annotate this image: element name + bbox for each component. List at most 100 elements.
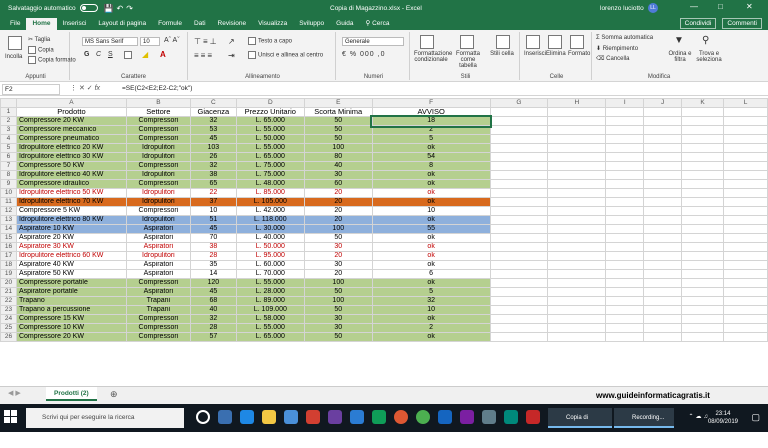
find-select-icon[interactable]: ⚲ [702,35,709,46]
empty-cell[interactable] [723,134,768,144]
borders-icon[interactable] [124,51,134,59]
app-icon[interactable] [504,410,518,424]
format-cells-icon[interactable] [570,35,584,49]
empty-cell[interactable] [547,314,607,324]
empty-cell[interactable] [681,242,724,252]
stock-cell[interactable]: 37 [189,197,237,207]
formula-bar-icons[interactable]: ⋮ ✕ ✓ fx [70,84,100,92]
tab-view[interactable]: Visualizza [252,18,293,30]
min-stock-cell[interactable]: 20 [303,197,373,207]
column-header[interactable]: C [189,98,237,108]
empty-cell[interactable] [643,269,683,279]
stock-cell[interactable]: 32 [189,116,237,126]
warning-cell[interactable]: 10 [371,305,491,315]
sector-cell[interactable]: Idropulitori [125,188,191,198]
product-cell[interactable]: Idropulitore elettrico 20 KW [15,143,127,153]
select-all-corner[interactable] [0,98,17,108]
warning-cell[interactable]: ok [371,251,491,261]
warning-cell[interactable]: ok [371,179,491,189]
empty-cell[interactable] [723,116,768,126]
empty-cell[interactable] [643,116,683,126]
empty-cell[interactable] [643,305,683,315]
tab-developer[interactable]: Sviluppo [293,18,330,30]
empty-cell[interactable] [605,179,645,189]
fill-button[interactable]: ⬇ Riempimento [596,45,638,52]
product-cell[interactable]: Compressore 10 KW [15,323,127,333]
empty-cell[interactable] [723,287,768,297]
word-icon[interactable] [350,410,364,424]
empty-cell[interactable] [643,215,683,225]
empty-cell[interactable] [723,278,768,288]
empty-cell[interactable] [643,161,683,171]
system-tray-icons[interactable]: ⌃☁♫ [688,413,710,420]
empty-cell[interactable] [681,260,724,270]
stock-cell[interactable]: 103 [189,143,237,153]
tab-help[interactable]: Guida [330,18,359,30]
product-cell[interactable]: Idropulitore elettrico 40 KW [15,170,127,180]
task-view-icon[interactable] [218,410,232,424]
warning-cell[interactable]: ok [371,332,491,342]
empty-cell[interactable] [489,134,549,144]
taskbar-search[interactable]: Scrivi qui per eseguire la ricerca [26,408,184,428]
empty-cell[interactable] [489,242,549,252]
delete-cells-button[interactable]: Elimina [546,51,566,57]
tab-insert[interactable]: Inserisci [57,18,93,30]
warning-cell[interactable]: 32 [371,296,491,306]
unit-price-cell[interactable]: L. 89.000 [235,296,305,306]
unit-price-cell[interactable]: L. 50.000 [235,242,305,252]
empty-cell[interactable] [605,224,645,234]
header-cell[interactable]: Prodotto [15,107,127,117]
stock-cell[interactable]: 45 [189,134,237,144]
stock-cell[interactable]: 120 [189,278,237,288]
product-cell[interactable]: Aspiratore 50 KW [15,269,127,279]
row-header[interactable]: 12 [0,206,17,216]
product-cell[interactable]: Compressore idraulico [15,179,127,189]
format-painter-button[interactable]: Copia formato [28,56,76,64]
min-stock-cell[interactable]: 80 [303,152,373,162]
empty-cell[interactable] [681,170,724,180]
empty-cell[interactable] [547,215,607,225]
empty-cell[interactable] [489,278,549,288]
product-cell[interactable]: Compressore 15 KW [15,314,127,324]
empty-cell[interactable] [547,179,607,189]
sector-cell[interactable]: Aspiratori [125,233,191,243]
min-stock-cell[interactable]: 50 [303,116,373,126]
sector-cell[interactable]: Idropulitori [125,197,191,207]
warning-cell[interactable]: ok [371,314,491,324]
empty-cell[interactable] [489,170,549,180]
format-as-table-button[interactable]: Formatta come tabella [452,51,484,69]
empty-cell[interactable] [605,305,645,315]
tab-file[interactable]: File [4,18,26,30]
empty-cell[interactable] [643,107,683,117]
empty-cell[interactable] [489,197,549,207]
stock-cell[interactable]: 38 [189,170,237,180]
min-stock-cell[interactable]: 50 [303,332,373,342]
row-header[interactable]: 23 [0,305,17,315]
row-header[interactable]: 20 [0,278,17,288]
empty-cell[interactable] [643,296,683,306]
empty-cell[interactable] [643,134,683,144]
column-header[interactable]: A [15,98,127,108]
min-stock-cell[interactable]: 100 [303,143,373,153]
row-header[interactable]: 4 [0,134,17,144]
empty-cell[interactable] [723,296,768,306]
empty-cell[interactable] [547,188,607,198]
min-stock-cell[interactable]: 50 [303,233,373,243]
empty-cell[interactable] [605,323,645,333]
warning-cell[interactable]: ok [371,143,491,153]
empty-cell[interactable] [547,233,607,243]
empty-cell[interactable] [547,332,607,342]
row-header[interactable]: 19 [0,269,17,279]
number-format-select[interactable]: Generale [342,37,404,46]
warning-cell[interactable]: 10 [371,206,491,216]
product-cell[interactable]: Compressore 20 KW [15,332,127,342]
product-cell[interactable]: Compressore pneumatico [15,134,127,144]
empty-cell[interactable] [643,197,683,207]
empty-cell[interactable] [723,107,768,117]
empty-cell[interactable] [681,152,724,162]
empty-cell[interactable] [489,332,549,342]
comments-button[interactable]: Commenti [722,18,762,29]
unit-price-cell[interactable]: L. 55.000 [235,143,305,153]
empty-cell[interactable] [547,269,607,279]
min-stock-cell[interactable]: 100 [303,224,373,234]
